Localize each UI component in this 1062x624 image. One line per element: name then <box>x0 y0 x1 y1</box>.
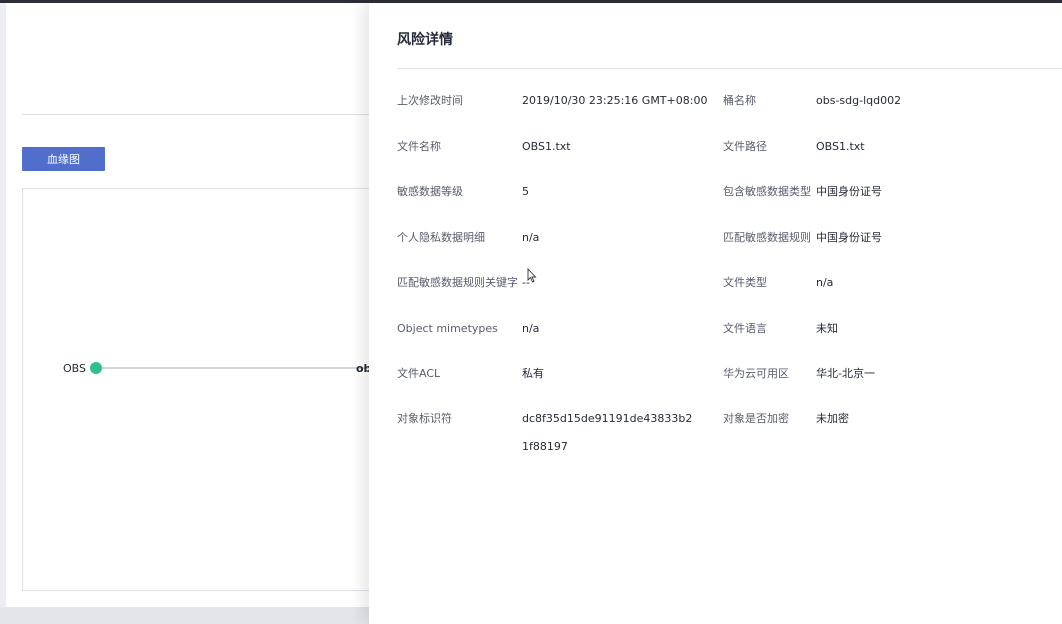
field-value-encrypted: 未加密 <box>816 412 849 425</box>
field-value-file-language: 未知 <box>816 322 838 335</box>
field-value-data-types: 中国身份证号 <box>816 185 882 198</box>
field-value-mimetypes: n/a <box>522 322 540 335</box>
drawer-divider <box>397 68 1062 69</box>
field-label-data-types: 包含敏感数据类型 <box>723 185 811 198</box>
field-label-encrypted: 对象是否加密 <box>723 412 789 425</box>
field-value-matched-rule: 中国身份证号 <box>816 231 882 244</box>
field-label-file-language: 文件语言 <box>723 322 767 335</box>
source-node-label: OBS <box>63 362 86 375</box>
field-label-sensitivity-level: 敏感数据等级 <box>397 185 463 198</box>
bottom-strip <box>0 607 370 624</box>
field-label-availability-zone: 华为云可用区 <box>723 367 789 380</box>
field-value-last-modified: 2019/10/30 23:25:16 GMT+08:00 <box>522 94 708 107</box>
drawer-title: 风险详情 <box>397 32 453 48</box>
field-label-file-type: 文件类型 <box>723 276 767 289</box>
mouse-pointer-icon <box>527 268 537 283</box>
lineage-graph: OBS ob <box>63 362 372 375</box>
field-value-file-path: OBS1.txt <box>816 140 865 153</box>
field-label-bucket-name: 桶名称 <box>723 94 756 107</box>
field-value-availability-zone: 华北-北京一 <box>816 367 875 380</box>
field-value-bucket-name: obs-sdg-lqd002 <box>816 94 902 107</box>
field-label-last-modified: 上次修改时间 <box>397 94 463 107</box>
field-value-privacy-detail: n/a <box>522 231 540 244</box>
field-label-matched-rule: 匹配敏感数据规则 <box>723 231 811 244</box>
field-value-sensitivity-level: 5 <box>522 185 529 198</box>
lineage-graph-panel: OBS ob <box>22 188 382 591</box>
source-node[interactable] <box>90 362 102 374</box>
field-label-rule-keyword: 匹配敏感数据规则关键字 <box>397 276 518 289</box>
lineage-graph-button[interactable]: 血缘图 <box>22 147 105 171</box>
field-label-file-path: 文件路径 <box>723 140 767 153</box>
field-label-file-name: 文件名称 <box>397 140 441 153</box>
field-value-object-id: dc8f35d15de91191de43833b21f88197 <box>522 412 693 453</box>
risk-detail-drawer: 风险详情 上次修改时间 2019/10/30 23:25:16 GMT+08:0… <box>369 3 1062 624</box>
field-value-file-acl: 私有 <box>522 367 544 380</box>
background-divider <box>22 114 382 115</box>
field-label-file-acl: 文件ACL <box>397 367 441 380</box>
field-value-file-type: n/a <box>816 276 834 289</box>
field-label-object-id: 对象标识符 <box>397 412 452 425</box>
field-label-mimetypes: Object mimetypes <box>397 322 498 335</box>
field-value-file-name: OBS1.txt <box>522 140 571 153</box>
field-label-privacy-detail: 个人隐私数据明细 <box>397 231 485 244</box>
